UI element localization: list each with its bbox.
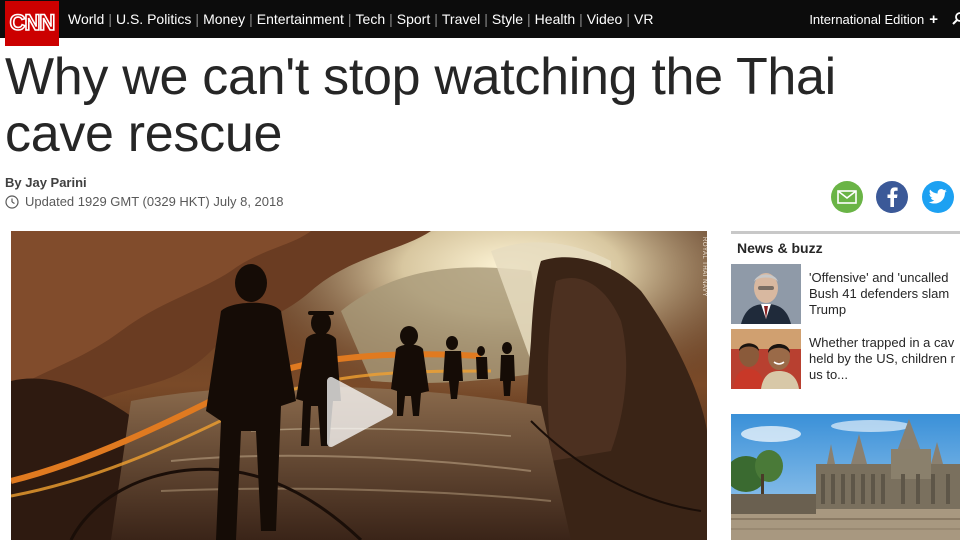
nav-travel[interactable]: Travel xyxy=(442,11,480,27)
edition-label: International Edition xyxy=(809,11,925,27)
nav-separator: | xyxy=(108,11,112,27)
news-item-bush[interactable]: 'Offensive' and 'uncalled Bush 41 defend… xyxy=(731,264,960,324)
cnn-logo[interactable]: CNN xyxy=(5,1,59,46)
clock-icon xyxy=(5,194,19,209)
facebook-icon xyxy=(887,187,898,207)
article-headline: Why we can't stop watching the Thai cave… xyxy=(5,48,836,163)
nav-separator: | xyxy=(626,11,630,27)
twitter-icon xyxy=(928,189,947,204)
section-nav: World | U.S. Politics | Money | Entertainment |… xyxy=(68,0,653,38)
search-icon[interactable] xyxy=(952,12,960,26)
nav-entertainment[interactable]: Entertainment xyxy=(257,11,344,27)
nav-style[interactable]: Style xyxy=(492,11,523,27)
nav-money[interactable]: Money xyxy=(203,11,245,27)
nav-separator: | xyxy=(484,11,488,27)
top-nav-bar: World | U.S. Politics | Money | Entertainment |… xyxy=(0,0,960,38)
news-item-text[interactable]: Whether trapped in a cav held by the US,… xyxy=(809,335,960,383)
nav-separator: | xyxy=(389,11,393,27)
nav-separator: | xyxy=(527,11,531,27)
nav-tech[interactable]: Tech xyxy=(356,11,386,27)
share-twitter-button[interactable] xyxy=(922,181,954,213)
nav-separator: | xyxy=(249,11,253,27)
nav-video[interactable]: Video xyxy=(587,11,623,27)
video-thumbnail xyxy=(11,231,707,540)
news-item-text[interactable]: 'Offensive' and 'uncalled Bush 41 defend… xyxy=(809,270,960,318)
logo-text: CNN xyxy=(10,10,55,35)
updated-timestamp: Updated 1929 GMT (0329 HKT) July 8, 2018 xyxy=(5,194,283,209)
share-email-button[interactable] xyxy=(831,181,863,213)
news-thumbnail xyxy=(731,329,801,389)
nav-vr[interactable]: VR xyxy=(634,11,653,27)
news-buzz-title: News & buzz xyxy=(737,240,823,256)
share-facebook-button[interactable] xyxy=(876,181,908,213)
email-icon xyxy=(837,190,857,204)
news-buzz-header: News & buzz xyxy=(731,231,960,261)
updated-text: Updated 1929 GMT (0329 HKT) July 8, 2018 xyxy=(25,194,284,209)
promo-image-temple[interactable] xyxy=(731,414,960,540)
nav-separator: | xyxy=(347,11,352,27)
byline[interactable]: By Jay Parini xyxy=(5,175,87,190)
nav-world[interactable]: World xyxy=(68,11,104,27)
nav-separator: | xyxy=(434,11,438,27)
video-player[interactable]: ROYAL THAI NAVY xyxy=(11,231,707,540)
nav-health[interactable]: Health xyxy=(535,11,575,27)
nav-sport[interactable]: Sport xyxy=(397,11,430,27)
nav-u-s-politics[interactable]: U.S. Politics xyxy=(116,11,191,27)
plus-icon: + xyxy=(929,10,938,28)
news-item-children[interactable]: Whether trapped in a cav held by the US,… xyxy=(731,329,960,389)
nav-separator: | xyxy=(195,11,200,27)
edition-selector[interactable]: International Edition + xyxy=(809,0,938,38)
news-thumbnail xyxy=(731,264,801,324)
photo-credit: ROYAL THAI NAVY xyxy=(701,237,707,297)
nav-separator: | xyxy=(579,11,583,27)
